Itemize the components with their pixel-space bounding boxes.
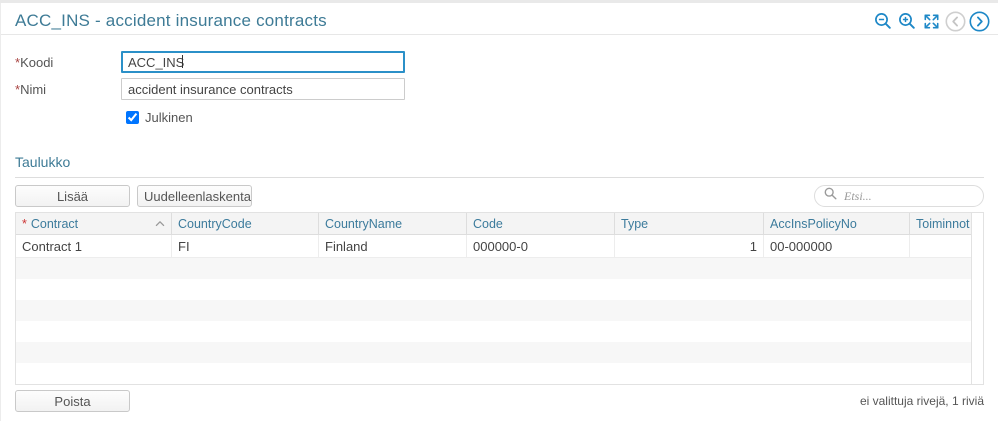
- text-cursor: [182, 55, 183, 68]
- column-header-countrycode[interactable]: CountryCode: [172, 213, 319, 234]
- app-window: ACC_INS - accident insurance contracts *…: [0, 3, 998, 421]
- table-row[interactable]: Contract 1 FI Finland 000000-0 1 00-0000…: [16, 235, 971, 258]
- cell-countryname[interactable]: Finland: [319, 235, 467, 257]
- title-bar: ACC_INS - accident insurance contracts: [1, 3, 998, 35]
- empty-row: [16, 342, 971, 363]
- column-header-countryname[interactable]: CountryName: [319, 213, 467, 234]
- empty-row: [16, 258, 971, 279]
- column-header-accinspolicyno[interactable]: AccInsPolicyNo: [764, 213, 910, 234]
- section-divider: [15, 177, 984, 178]
- cell-type[interactable]: 1: [615, 235, 764, 257]
- search-box[interactable]: [814, 185, 984, 207]
- cell-accinspolicyno[interactable]: 00-000000: [764, 235, 910, 257]
- table-toolbar: Lisää Uudelleenlaskenta: [15, 185, 984, 207]
- zoom-out-icon[interactable]: [873, 11, 894, 32]
- sort-asc-icon[interactable]: [151, 220, 165, 227]
- previous-page-icon[interactable]: [945, 11, 966, 32]
- contracts-table: * Contract CountryCode CountryName Code …: [15, 212, 984, 385]
- column-header-toiminnot[interactable]: Toiminnot: [910, 213, 971, 234]
- nimi-input[interactable]: [121, 78, 405, 100]
- selection-status: ei valittuja rivejä, 1 riviä: [859, 394, 984, 408]
- search-icon: [824, 187, 837, 205]
- recalculate-button[interactable]: Uudelleenlaskenta: [137, 185, 252, 207]
- header-toolbar: [873, 11, 990, 32]
- nimi-label: *Nimi: [15, 81, 47, 97]
- table-footer: Poista ei valittuja rivejä, 1 riviä: [15, 390, 984, 412]
- table-inner: * Contract CountryCode CountryName Code …: [16, 213, 972, 384]
- empty-row: [16, 363, 971, 384]
- koodi-label: *Koodi: [15, 54, 54, 70]
- table-header-row: * Contract CountryCode CountryName Code …: [16, 213, 971, 235]
- section-heading: Taulukko: [15, 154, 71, 170]
- column-header-code[interactable]: Code: [467, 213, 615, 234]
- julkinen-checkbox[interactable]: [126, 110, 139, 124]
- search-input[interactable]: [842, 187, 974, 205]
- fullscreen-icon[interactable]: [921, 11, 942, 32]
- page-title: ACC_INS - accident insurance contracts: [15, 11, 327, 30]
- column-header-contract[interactable]: * Contract: [16, 213, 172, 234]
- empty-row: [16, 300, 971, 321]
- next-page-icon[interactable]: [969, 11, 990, 32]
- delete-button[interactable]: Poista: [15, 390, 130, 412]
- cell-code[interactable]: 000000-0: [467, 235, 615, 257]
- julkinen-label: Julkinen: [145, 109, 193, 125]
- form-row-koodi: *Koodi: [1, 51, 998, 73]
- required-mark: *: [22, 216, 27, 231]
- record-form: *Koodi *Nimi Julkinen: [1, 51, 998, 125]
- form-row-julkinen: Julkinen: [1, 109, 998, 125]
- cell-toiminnot[interactable]: [910, 235, 971, 257]
- koodi-input[interactable]: [121, 51, 405, 73]
- zoom-in-icon[interactable]: [897, 11, 918, 32]
- koodi-input-wrap: [121, 51, 405, 73]
- form-row-nimi: *Nimi: [1, 78, 998, 100]
- empty-row: [16, 279, 971, 300]
- cell-countrycode[interactable]: FI: [172, 235, 319, 257]
- column-header-type[interactable]: Type: [615, 213, 764, 234]
- add-button[interactable]: Lisää: [15, 185, 130, 207]
- cell-contract[interactable]: Contract 1: [16, 235, 172, 257]
- empty-row: [16, 321, 971, 342]
